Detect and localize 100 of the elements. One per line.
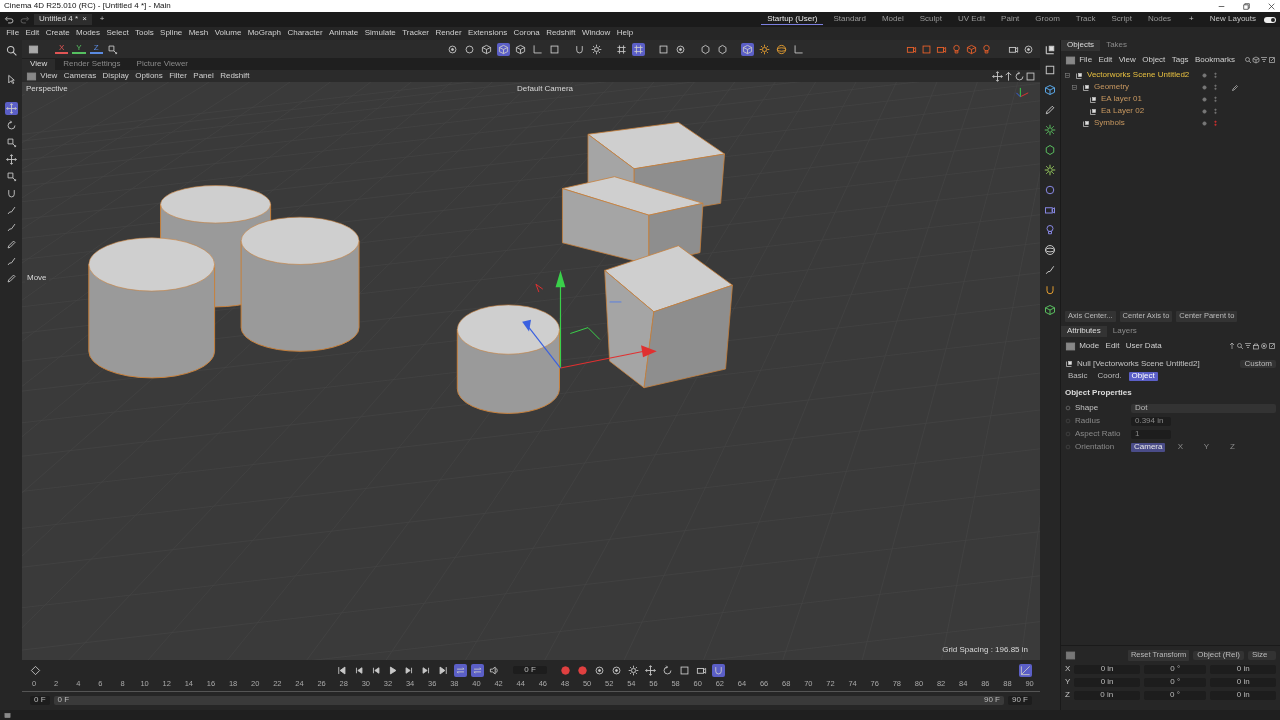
coordinate-field[interactable]: 0 in: [1074, 677, 1140, 687]
filter-icon[interactable]: [1260, 56, 1268, 65]
property-dropdown[interactable]: Dot: [1131, 404, 1276, 413]
pencil-icon[interactable]: [1231, 83, 1239, 92]
cylinders-drawing[interactable]: [88, 185, 360, 379]
coordinate-field[interactable]: 0 °: [1143, 665, 1207, 674]
viewport-menu-item[interactable]: Redshift: [216, 71, 253, 81]
record-icon[interactable]: [560, 664, 571, 676]
target-icon[interactable]: [611, 664, 622, 676]
visibility-dot-icon[interactable]: [1201, 96, 1208, 104]
menu-item[interactable]: MoGraph: [244, 29, 285, 38]
cubes-and-move-gizmo-drawing[interactable]: [456, 122, 733, 414]
scale-icon[interactable]: [106, 43, 118, 55]
panel-menu-icon[interactable]: [1065, 340, 1076, 352]
layout-tab[interactable]: Script: [1105, 13, 1138, 26]
lock-icon[interactable]: [1252, 342, 1260, 351]
undo-icon[interactable]: [4, 14, 15, 25]
brush-icon[interactable]: [5, 205, 17, 216]
menu-item[interactable]: Select: [103, 29, 132, 38]
page-tab[interactable]: Basic: [1065, 372, 1091, 382]
pencil-icon[interactable]: [5, 273, 17, 284]
menu-item[interactable]: Extensions: [464, 29, 511, 38]
sphere-icon[interactable]: [775, 43, 787, 55]
axis-toggle[interactable]: Z: [89, 43, 103, 55]
page-tab[interactable]: Coord.: [1094, 372, 1125, 382]
menu-item[interactable]: Redshift: [542, 29, 579, 38]
gear-icon[interactable]: [1044, 164, 1056, 176]
target-icon[interactable]: [1023, 43, 1034, 55]
search-icon[interactable]: [1236, 342, 1244, 351]
scale-icon[interactable]: [5, 171, 17, 182]
panel-tab[interactable]: Takes: [1100, 40, 1134, 51]
square-icon[interactable]: [1044, 64, 1056, 76]
gear-icon[interactable]: [628, 664, 639, 676]
grid-icon[interactable]: [632, 43, 644, 55]
menu-item[interactable]: File: [3, 29, 23, 38]
panel-tab[interactable]: Objects: [1061, 40, 1101, 51]
filter-icon[interactable]: [1244, 342, 1252, 351]
menu-item[interactable]: Volume: [211, 29, 245, 38]
target-icon[interactable]: [594, 664, 605, 676]
axis-toggle[interactable]: X: [55, 43, 69, 55]
panel-menu-icon[interactable]: [28, 43, 39, 55]
hex-icon[interactable]: [716, 43, 728, 55]
light-icon[interactable]: [951, 43, 962, 55]
cube-icon[interactable]: [966, 43, 977, 55]
external-icon[interactable]: [1268, 342, 1276, 351]
menu-item[interactable]: Animate: [325, 29, 362, 38]
corner-icon[interactable]: [531, 43, 543, 55]
view-tab[interactable]: Render Settings: [55, 59, 129, 70]
viewport-menu-item[interactable]: Filter: [165, 71, 191, 81]
pencil-icon[interactable]: [5, 239, 17, 250]
view-tab[interactable]: View: [22, 59, 56, 70]
axis-toggle[interactable]: Y: [72, 43, 86, 55]
menu-item[interactable]: Window: [578, 29, 614, 38]
move-icon[interactable]: [992, 70, 1003, 82]
brush-icon[interactable]: [5, 256, 17, 267]
menu-item[interactable]: Tracker: [399, 29, 433, 38]
magnet-icon[interactable]: [5, 188, 17, 199]
gear-icon[interactable]: [1044, 124, 1056, 136]
layout-tab[interactable]: UV Edit: [952, 13, 992, 26]
layer-dots-icon[interactable]: [1212, 108, 1219, 116]
light-icon[interactable]: [1044, 224, 1056, 236]
step-forward-icon[interactable]: [421, 664, 432, 676]
visibility-dot-icon[interactable]: [1201, 84, 1208, 92]
menu-item[interactable]: Mesh: [185, 29, 212, 38]
layout-tab[interactable]: Model: [875, 13, 910, 26]
panel-tab[interactable]: Layers: [1106, 325, 1143, 337]
preset-dropdown[interactable]: Custom: [1240, 359, 1276, 369]
cursor-icon[interactable]: [5, 74, 17, 85]
add-layout-button[interactable]: +: [1181, 15, 1202, 24]
layout-tab[interactable]: Groom: [1029, 13, 1066, 26]
circle-icon[interactable]: [463, 43, 475, 55]
search-icon[interactable]: [4, 44, 18, 57]
coordinate-field[interactable]: 0 in: [1210, 690, 1276, 700]
layer-dots-icon[interactable]: [1212, 96, 1219, 104]
viewport-menu-item[interactable]: View: [37, 71, 61, 81]
object-name[interactable]: Symbols: [1094, 119, 1197, 129]
viewport-menu-item[interactable]: Cameras: [60, 71, 100, 81]
coordinate-field[interactable]: 0 in: [1210, 665, 1276, 674]
layout-tab[interactable]: Standard: [827, 13, 872, 26]
panel-menu-item[interactable]: File: [1076, 55, 1096, 65]
panel-menu-item[interactable]: Bookmarks: [1191, 55, 1239, 65]
graph-icon[interactable]: [1020, 664, 1031, 676]
magnet-icon[interactable]: [573, 43, 585, 55]
skip-start-icon[interactable]: [336, 664, 347, 676]
menu-item[interactable]: Spline: [156, 29, 186, 38]
viewport-menu-item[interactable]: Options: [132, 71, 166, 81]
circle-icon[interactable]: [1044, 184, 1056, 196]
new-tab-button[interactable]: +: [99, 15, 105, 24]
brush-icon[interactable]: [1044, 264, 1056, 276]
record-icon[interactable]: [577, 664, 588, 676]
scale-icon[interactable]: [5, 137, 17, 148]
cube-icon[interactable]: [497, 43, 509, 55]
rotate-icon[interactable]: [662, 664, 673, 676]
document-tab[interactable]: Untitled 4 * ×: [34, 14, 92, 25]
panel-tab[interactable]: Attributes: [1061, 325, 1107, 337]
toggle-switch[interactable]: [1264, 16, 1276, 23]
view-tab[interactable]: Picture Viewer: [128, 59, 196, 70]
frame-field[interactable]: 0 F: [513, 665, 547, 675]
move-icon[interactable]: [5, 154, 17, 165]
square-icon[interactable]: [679, 664, 690, 676]
